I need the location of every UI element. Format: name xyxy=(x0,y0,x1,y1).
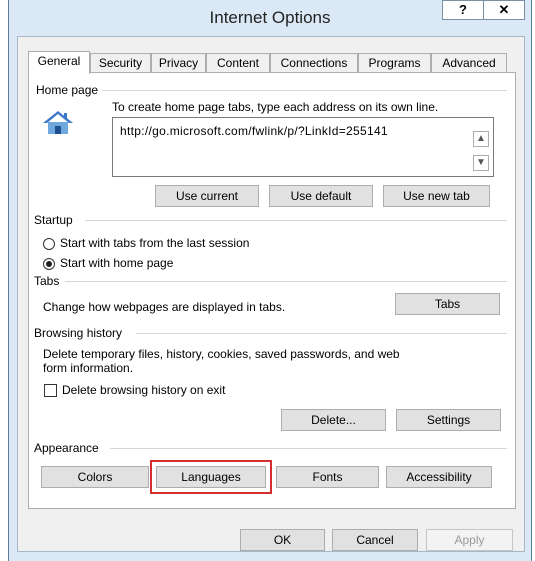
general-tab-panel: Home page To create home page tabs, type… xyxy=(28,72,516,509)
browsing-history-group-label: Browsing history xyxy=(34,326,127,340)
chevron-up-icon[interactable]: ▲ xyxy=(473,131,489,147)
chevron-down-icon[interactable]: ▼ xyxy=(473,155,489,171)
delete-history-button[interactable]: Delete... xyxy=(281,409,386,431)
startup-group-label: Startup xyxy=(34,213,77,227)
colors-button[interactable]: Colors xyxy=(41,466,149,488)
tabs-group-label: Tabs xyxy=(34,274,64,288)
home-page-group-label: Home page xyxy=(36,83,103,97)
fonts-button[interactable]: Fonts xyxy=(276,466,379,488)
home-page-url-value: http://go.microsoft.com/fwlink/p/?LinkId… xyxy=(120,124,388,138)
startup-divider xyxy=(85,220,507,221)
browsing-history-divider xyxy=(136,333,507,334)
use-current-button[interactable]: Use current xyxy=(155,185,259,207)
startup-option-home-page-label[interactable]: Start with home page xyxy=(60,256,173,270)
tab-programs[interactable]: Programs xyxy=(358,53,431,73)
home-page-divider xyxy=(99,90,507,91)
browsing-history-description-line1: Delete temporary files, history, cookies… xyxy=(43,347,400,361)
apply-button[interactable]: Apply xyxy=(426,529,513,551)
appearance-divider xyxy=(110,448,507,449)
tabs-divider xyxy=(65,281,507,282)
accessibility-button[interactable]: Accessibility xyxy=(386,466,492,488)
startup-option-home-page-radio[interactable] xyxy=(43,258,55,270)
home-page-url-input[interactable]: http://go.microsoft.com/fwlink/p/?LinkId… xyxy=(112,117,494,177)
use-default-button[interactable]: Use default xyxy=(269,185,373,207)
title-bar: Internet Options ? ✕ xyxy=(9,0,531,36)
help-button[interactable]: ? xyxy=(442,0,484,20)
tab-content[interactable]: Content xyxy=(206,53,270,73)
delete-history-on-exit-label[interactable]: Delete browsing history on exit xyxy=(62,383,225,397)
languages-highlight-box xyxy=(150,460,272,494)
tab-advanced[interactable]: Advanced xyxy=(431,53,507,73)
cancel-button[interactable]: Cancel xyxy=(332,529,418,551)
appearance-group-label: Appearance xyxy=(34,441,103,455)
dialog-button-bar: OK Cancel Apply xyxy=(18,520,524,551)
close-button[interactable]: ✕ xyxy=(483,0,525,20)
startup-option-last-session-radio[interactable] xyxy=(43,238,55,250)
home-page-instruction: To create home page tabs, type each addr… xyxy=(112,100,439,114)
tab-connections[interactable]: Connections xyxy=(270,53,358,73)
browsing-history-description-line2: form information. xyxy=(43,361,134,375)
internet-options-window: Internet Options ? ✕ General Security Pr… xyxy=(8,0,532,561)
house-icon xyxy=(43,111,73,134)
ok-button[interactable]: OK xyxy=(240,529,325,551)
tab-security[interactable]: Security xyxy=(90,53,151,73)
use-new-tab-button[interactable]: Use new tab xyxy=(383,185,490,207)
history-settings-button[interactable]: Settings xyxy=(396,409,501,431)
tabs-description: Change how webpages are displayed in tab… xyxy=(43,300,286,314)
startup-option-last-session-label[interactable]: Start with tabs from the last session xyxy=(60,236,249,250)
tab-privacy[interactable]: Privacy xyxy=(151,53,206,73)
delete-history-on-exit-checkbox[interactable] xyxy=(44,384,57,397)
dialog-client-area: General Security Privacy Content Connect… xyxy=(17,36,525,552)
tabs-settings-button[interactable]: Tabs xyxy=(395,293,500,315)
tab-general[interactable]: General xyxy=(28,51,90,74)
